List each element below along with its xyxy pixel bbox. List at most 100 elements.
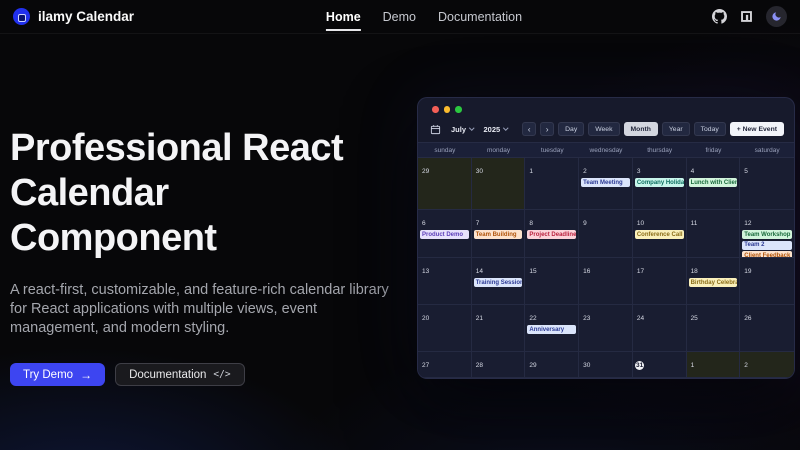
calendar-cell[interactable]: 30 (579, 352, 633, 378)
calendar-cell[interactable]: 29 (418, 158, 472, 210)
date-number: 2 (742, 361, 750, 370)
date-number: 1 (527, 167, 535, 176)
calendar-event[interactable]: Team Workshop (742, 230, 792, 239)
date-number: 22 (527, 314, 538, 323)
calendar-event[interactable]: Birthday Celebration (689, 278, 738, 287)
calendar-cell[interactable]: 19 (740, 258, 794, 305)
calendar-event[interactable]: Project Deadline (527, 230, 576, 239)
date-number: 9 (581, 219, 589, 228)
calendar-event[interactable]: Team Meeting (581, 178, 630, 187)
calendar-event[interactable]: Lunch with Client (689, 178, 738, 187)
calendar-cell[interactable]: 3Company Holiday (633, 158, 687, 210)
hero-title-line: Professional React (10, 126, 410, 171)
calendar-cell[interactable]: 29 (525, 352, 579, 378)
theme-toggle-moon-icon[interactable] (766, 6, 787, 27)
calendar-cell[interactable]: 2Team Meeting (579, 158, 633, 210)
calendar-cell[interactable]: 1 (687, 352, 741, 378)
day-header: wednesday (579, 143, 633, 157)
calendar-cell[interactable]: 13 (418, 258, 472, 305)
calendar-cell[interactable]: 31 (633, 352, 687, 378)
calendar-event[interactable]: Product Demo (420, 230, 469, 239)
calendar-grid: 293012Team Meeting3Company Holiday4Lunch… (418, 158, 794, 378)
date-number: 29 (527, 361, 538, 370)
calendar-event[interactable]: Training Session (474, 278, 523, 287)
calendar-preview-window: July 2025 ‹ › DayWeekMonthYearToday + Ne… (417, 97, 795, 379)
calendar-cell[interactable]: 7Team Building (472, 210, 526, 258)
calendar-cell[interactable]: 2 (740, 352, 794, 378)
calendar-cell[interactable]: 11 (687, 210, 741, 258)
documentation-button[interactable]: Documentation </> (115, 363, 245, 386)
nav-link-demo[interactable]: Demo (383, 2, 416, 31)
calendar-event[interactable]: Client Feedback Session (742, 251, 792, 258)
year-dropdown[interactable]: 2025 (484, 125, 508, 134)
window-close-button[interactable] (432, 106, 439, 113)
new-event-button[interactable]: + New Event (730, 122, 784, 136)
window-minimize-button[interactable] (444, 106, 451, 113)
calendar-icon (430, 124, 441, 135)
nav-links: Home Demo Documentation (326, 2, 522, 31)
calendar-cell[interactable]: 1 (525, 158, 579, 210)
date-number: 23 (581, 314, 592, 323)
calendar-cell[interactable]: 23 (579, 305, 633, 352)
calendar-cell[interactable]: 17 (633, 258, 687, 305)
calendar-cell[interactable]: 15 (525, 258, 579, 305)
calendar-cell[interactable]: 22 Anniversary (525, 305, 579, 352)
date-number: 17 (635, 267, 646, 276)
calendar-cell[interactable]: 6Product Demo (418, 210, 472, 258)
code-icon: </> (213, 369, 230, 380)
view-button-month[interactable]: Month (624, 122, 658, 136)
calendar-cell[interactable]: 16 (579, 258, 633, 305)
view-button-year[interactable]: Year (662, 122, 690, 136)
hero-title-line: Calendar (10, 171, 410, 216)
calendar-event[interactable]: Team Building (474, 230, 523, 239)
calendar-cell[interactable]: 10Conference Call (633, 210, 687, 258)
date-number: 13 (420, 267, 431, 276)
date-number: 11 (689, 219, 700, 228)
calendar-cell[interactable]: 27 (418, 352, 472, 378)
date-number: 25 (689, 314, 700, 323)
nav-link-home[interactable]: Home (326, 2, 361, 31)
view-button-week[interactable]: Week (588, 122, 619, 136)
day-header: sunday (418, 143, 472, 157)
documentation-label: Documentation (129, 369, 206, 381)
calendar-event[interactable]: Anniversary (527, 325, 576, 334)
calendar-cell[interactable]: 8Project Deadline (525, 210, 579, 258)
calendar-event[interactable]: Company Holiday (635, 178, 684, 187)
github-icon[interactable] (712, 9, 727, 24)
hero-section: Professional React Calendar Component A … (10, 126, 410, 386)
date-number: 1 (689, 361, 697, 370)
view-button-day[interactable]: Day (558, 122, 584, 136)
try-demo-button[interactable]: Try Demo → (10, 363, 105, 386)
calendar-cell[interactable]: 14Training Session (472, 258, 526, 305)
date-number: 26 (742, 314, 753, 323)
nav-link-documentation[interactable]: Documentation (438, 2, 522, 31)
top-nav: ilamy Calendar Home Demo Documentation (0, 0, 800, 34)
calendar-cell[interactable]: 9 (579, 210, 633, 258)
brand[interactable]: ilamy Calendar (13, 8, 134, 25)
npm-icon[interactable] (740, 10, 753, 23)
date-number: 19 (742, 267, 753, 276)
calendar-cell[interactable]: 20 (418, 305, 472, 352)
year-dropdown-value: 2025 (484, 125, 501, 134)
next-month-button[interactable]: › (540, 122, 554, 136)
calendar-cell[interactable]: 21 (472, 305, 526, 352)
prev-month-button[interactable]: ‹ (522, 122, 536, 136)
calendar-cell[interactable]: 4Lunch with Client (687, 158, 741, 210)
calendar-cell[interactable]: 30 (472, 158, 526, 210)
calendar-cell[interactable]: 12Team WorkshopTeam 2Client Feedback Ses… (740, 210, 794, 258)
window-zoom-button[interactable] (455, 106, 462, 113)
day-header-row: sundaymondaytuesdaywednesdaythursdayfrid… (418, 142, 794, 158)
calendar-cell[interactable]: 28 (472, 352, 526, 378)
calendar-cell[interactable]: 25 (687, 305, 741, 352)
date-number: 29 (420, 167, 431, 176)
calendar-cell[interactable]: 26 (740, 305, 794, 352)
date-number: 28 (474, 361, 485, 370)
view-button-today[interactable]: Today (694, 122, 726, 136)
calendar-cell[interactable]: 18Birthday Celebration (687, 258, 741, 305)
month-dropdown[interactable]: July (451, 125, 474, 134)
calendar-cell[interactable]: 24 (633, 305, 687, 352)
calendar-event[interactable]: Conference Call (635, 230, 684, 239)
calendar-event[interactable]: Team 2 (742, 241, 792, 250)
cta-row: Try Demo → Documentation </> (10, 363, 410, 386)
calendar-cell[interactable]: 5 (740, 158, 794, 210)
